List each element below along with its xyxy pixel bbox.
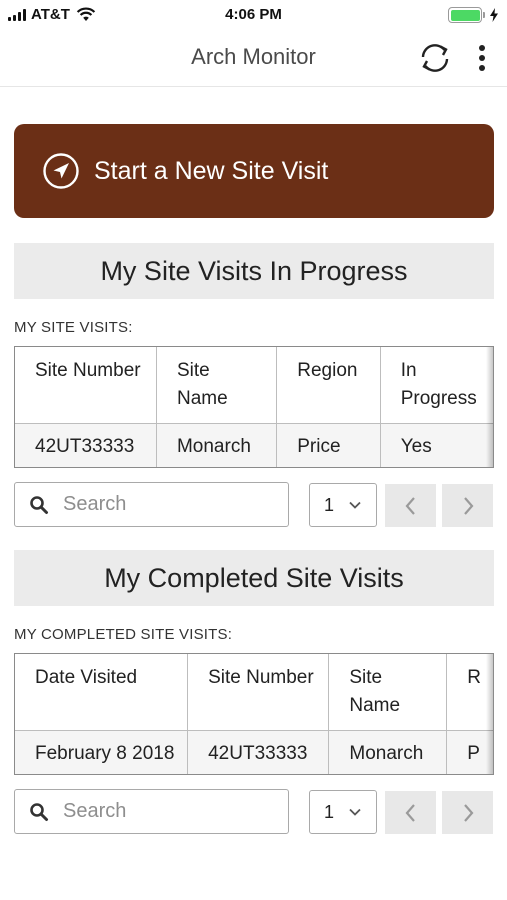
cell-site-number: 42UT33333 bbox=[187, 730, 330, 774]
in-progress-section-header: My Site Visits In Progress bbox=[14, 243, 494, 299]
in-progress-next-page-button[interactable] bbox=[442, 484, 493, 527]
column-header-site-number[interactable]: Site Number bbox=[15, 347, 157, 424]
chevron-down-icon bbox=[349, 808, 361, 816]
search-icon bbox=[30, 802, 48, 821]
column-header-date-visited[interactable]: Date Visited bbox=[15, 654, 189, 731]
table-header-row: Date Visited Site Number Site Name R bbox=[15, 654, 493, 731]
cell-site-number: 42UT33333 bbox=[15, 423, 157, 467]
more-vertical-icon[interactable] bbox=[470, 40, 494, 76]
completed-table: Date Visited Site Number Site Name R Feb… bbox=[14, 653, 494, 775]
search-icon bbox=[30, 495, 48, 514]
in-progress-caption: MY SITE VISITS: bbox=[14, 319, 133, 336]
column-header-site-number[interactable]: Site Number bbox=[187, 654, 330, 731]
chevron-down-icon bbox=[349, 501, 361, 509]
battery-group bbox=[448, 7, 499, 23]
column-header-site-name[interactable]: Site Name bbox=[328, 654, 448, 731]
completed-page-select[interactable]: 1 bbox=[309, 790, 377, 834]
column-header-region[interactable]: Region bbox=[276, 347, 381, 424]
completed-heading: My Completed Site Visits bbox=[104, 562, 404, 593]
sync-icon[interactable] bbox=[417, 40, 453, 76]
horizontal-scroll-indicator bbox=[486, 654, 493, 774]
completed-search-field[interactable] bbox=[14, 789, 289, 834]
completed-search-input[interactable] bbox=[63, 800, 273, 823]
table-row[interactable]: February 8 2018 42UT33333 Monarch P bbox=[15, 730, 493, 774]
cell-site-name: Monarch bbox=[328, 730, 448, 774]
cell-in-progress: Yes bbox=[380, 423, 493, 467]
in-progress-prev-page-button[interactable] bbox=[385, 484, 436, 527]
in-progress-search-field[interactable] bbox=[14, 482, 289, 527]
in-progress-table-grid: Site Number Site Name Region In Progress… bbox=[15, 347, 493, 467]
table-row[interactable]: 42UT33333 Monarch Price Yes bbox=[15, 423, 493, 467]
in-progress-heading: My Site Visits In Progress bbox=[100, 255, 408, 286]
nav-bar: Arch Monitor bbox=[0, 30, 507, 87]
status-bar: AT&T 4:06 PM bbox=[0, 0, 507, 30]
in-progress-table: Site Number Site Name Region In Progress… bbox=[14, 346, 494, 468]
page-select-value: 1 bbox=[324, 801, 335, 822]
completed-section-header: My Completed Site Visits bbox=[14, 550, 494, 606]
start-site-visit-button[interactable]: Start a New Site Visit bbox=[14, 124, 494, 218]
completed-table-grid: Date Visited Site Number Site Name R Feb… bbox=[15, 654, 493, 774]
table-header-row: Site Number Site Name Region In Progress bbox=[15, 347, 493, 424]
battery-level bbox=[450, 9, 480, 21]
column-header-site-name[interactable]: Site Name bbox=[156, 347, 278, 424]
column-header-in-progress[interactable]: In Progress bbox=[380, 347, 493, 424]
navigation-arrow-icon bbox=[43, 153, 79, 189]
charging-bolt-icon bbox=[490, 8, 498, 22]
battery-icon bbox=[448, 7, 485, 23]
cell-site-name: Monarch bbox=[156, 423, 278, 467]
chevron-right-icon bbox=[463, 803, 473, 822]
in-progress-page-select[interactable]: 1 bbox=[309, 483, 377, 527]
chevron-left-icon bbox=[405, 496, 415, 515]
page-select-value: 1 bbox=[324, 494, 335, 515]
start-site-visit-label: Start a New Site Visit bbox=[94, 156, 329, 185]
cell-date-visited: February 8 2018 bbox=[15, 730, 189, 774]
horizontal-scroll-indicator bbox=[486, 347, 493, 467]
chevron-right-icon bbox=[463, 496, 473, 515]
in-progress-search-input[interactable] bbox=[63, 493, 273, 516]
completed-next-page-button[interactable] bbox=[442, 791, 493, 834]
chevron-left-icon bbox=[405, 803, 415, 822]
completed-caption: MY COMPLETED SITE VISITS: bbox=[14, 626, 233, 643]
status-time: 4:06 PM bbox=[225, 6, 282, 23]
completed-prev-page-button[interactable] bbox=[385, 791, 436, 834]
cell-region: Price bbox=[276, 423, 381, 467]
